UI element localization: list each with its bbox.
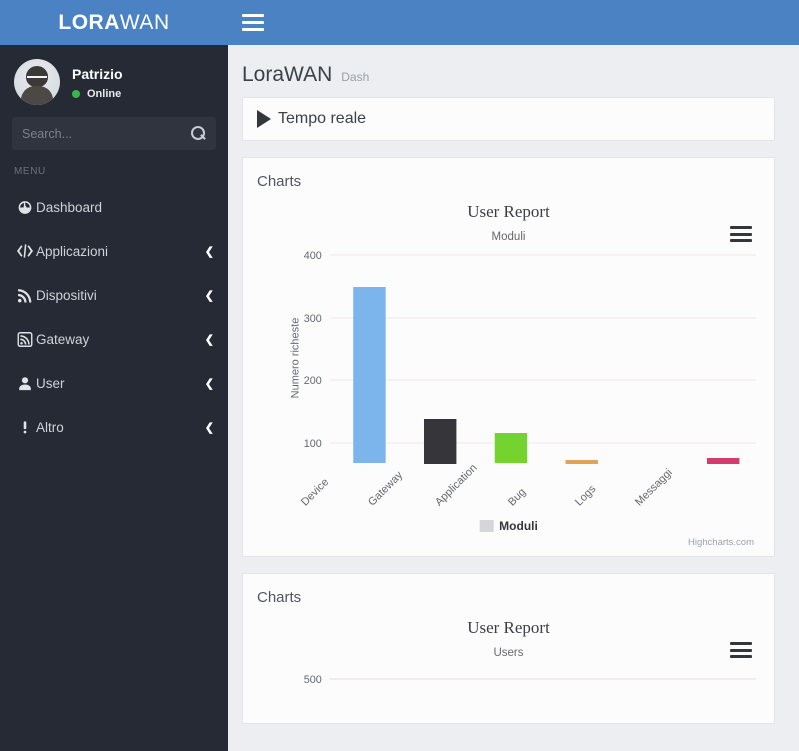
chevron-left-icon: ❮ <box>204 333 214 346</box>
menu-bar <box>730 655 752 658</box>
gridlines <box>329 254 757 444</box>
sidebar-item-label: Altro <box>36 419 64 435</box>
exclamation-icon <box>14 420 36 435</box>
realtime-panel[interactable]: Tempo reale <box>242 97 775 141</box>
rss-icon <box>14 288 36 303</box>
chart-plot-area: 500 <box>253 659 764 719</box>
chevron-left-icon: ❮ <box>204 289 214 302</box>
legend-swatch-icon <box>479 520 494 532</box>
sidebar-item-user[interactable]: User ❮ <box>0 361 228 405</box>
rss-square-icon <box>14 331 36 347</box>
legend-label: Moduli <box>499 519 538 533</box>
chart-svg: 500 <box>304 674 757 686</box>
chart-subtitle: Users <box>493 647 524 659</box>
profile-status-label: Online <box>87 87 122 100</box>
y-tick-labels: 400 300 200 100 0 <box>304 250 322 450</box>
chevron-left-icon: ❮ <box>204 421 214 434</box>
chart-moduli: User Report Moduli 400 300 200 100 Devic… <box>253 202 764 552</box>
chevron-left-icon: ❮ <box>204 245 214 258</box>
main-content: LoraWAN Dash Tempo reale Charts User Rep… <box>228 45 799 751</box>
search-icon[interactable] <box>191 126 206 141</box>
panel-heading: Charts <box>257 173 302 190</box>
chart-credit[interactable]: Highcharts.com <box>688 537 754 548</box>
y-tick-label: 500 <box>304 674 322 686</box>
page-title: LoraWAN <box>242 63 333 86</box>
search-box[interactable] <box>12 117 216 150</box>
dashboard-icon <box>14 200 36 215</box>
menu-heading: MENU <box>14 166 46 177</box>
panel-heading: Charts <box>257 589 302 606</box>
chart-context-menu-icon[interactable] <box>730 642 752 658</box>
chart-subtitle: Moduli <box>491 231 526 243</box>
chart-legend[interactable]: Moduli <box>479 519 538 533</box>
chart-title: User Report <box>467 618 550 637</box>
menu-bar <box>730 648 752 652</box>
menu-bar <box>730 239 752 242</box>
chevron-left-icon: ❮ <box>204 377 214 390</box>
sidebar-item-altro[interactable]: Altro ❮ <box>0 405 228 449</box>
bars <box>353 287 740 464</box>
sidebar-item-dashboard[interactable]: Dashboard <box>0 185 228 229</box>
sidebar-item-gateway[interactable]: Gateway ❮ <box>0 317 228 361</box>
svg-text:100: 100 <box>304 438 322 450</box>
realtime-label: Tempo reale <box>278 110 367 127</box>
sidebar-item-dispositivi[interactable]: Dispositivi ❮ <box>0 273 228 317</box>
profile-text: Patrizio Online <box>72 65 123 100</box>
sidebar-item-label: Gateway <box>36 331 90 347</box>
search-wrapper <box>0 117 228 150</box>
sidebar-item-label: User <box>36 375 65 391</box>
chart-users: User Report Users 500 <box>253 618 764 719</box>
bar-application <box>494 433 528 463</box>
hamburger-bar <box>242 14 264 17</box>
chart-plot-area: 400 300 200 100 0 <box>253 243 764 552</box>
menu-bar <box>730 642 752 645</box>
sidebar: Patrizio Online MENU Dashboard <box>0 45 228 751</box>
y-axis-label: Numero richeste <box>289 317 302 399</box>
bar-gateway <box>423 419 457 464</box>
app-shell: Patrizio Online MENU Dashboard <box>0 45 799 751</box>
bar-device <box>353 287 386 463</box>
search-input[interactable] <box>22 126 191 141</box>
sidebar-item-applicazioni[interactable]: Applicazioni ❮ <box>0 229 228 273</box>
navbar <box>228 0 799 45</box>
chart-title: User Report <box>467 202 550 221</box>
top-bar: LORA WAN <box>0 0 799 45</box>
code-icon <box>14 244 36 258</box>
online-status-dot-icon <box>72 89 80 98</box>
chart-svg: 400 300 200 100 0 <box>304 250 757 464</box>
sidebar-profile[interactable]: Patrizio Online <box>0 45 228 117</box>
profile-status: Online <box>72 88 123 100</box>
profile-name: Patrizio <box>72 65 123 82</box>
svg-text:300: 300 <box>304 313 322 325</box>
user-icon <box>14 376 36 391</box>
chart-panel-moduli: Charts User Report Moduli 400 300 200 10… <box>242 157 775 557</box>
svg-text:400: 400 <box>304 250 322 262</box>
hamburger-bar <box>242 28 264 31</box>
brand-logo[interactable]: LORA WAN <box>0 0 228 45</box>
chart-panel-users: Charts User Report Users 500 <box>242 573 775 724</box>
sidebar-item-label: Dispositivi <box>36 287 97 303</box>
brand-logo-light: WAN <box>119 10 170 34</box>
page-subtitle: Dash <box>341 70 370 84</box>
sidebar-item-label: Dashboard <box>36 199 103 215</box>
sidebar-item-label: Applicazioni <box>36 243 109 259</box>
hamburger-bar <box>242 21 264 24</box>
glasses-icon <box>27 76 47 82</box>
bar-bug <box>565 460 598 464</box>
brand-logo-strong: LORA <box>58 10 120 34</box>
menu-bar <box>730 232 752 236</box>
avatar <box>14 59 60 105</box>
svg-text:200: 200 <box>304 375 322 387</box>
page-header: LoraWAN Dash <box>228 45 799 97</box>
bar-messaggi <box>707 458 740 464</box>
play-icon[interactable] <box>257 110 271 128</box>
chart-context-menu-icon[interactable] <box>730 226 752 242</box>
menu-bar <box>730 226 752 229</box>
sidebar-toggle-icon[interactable] <box>242 14 264 31</box>
